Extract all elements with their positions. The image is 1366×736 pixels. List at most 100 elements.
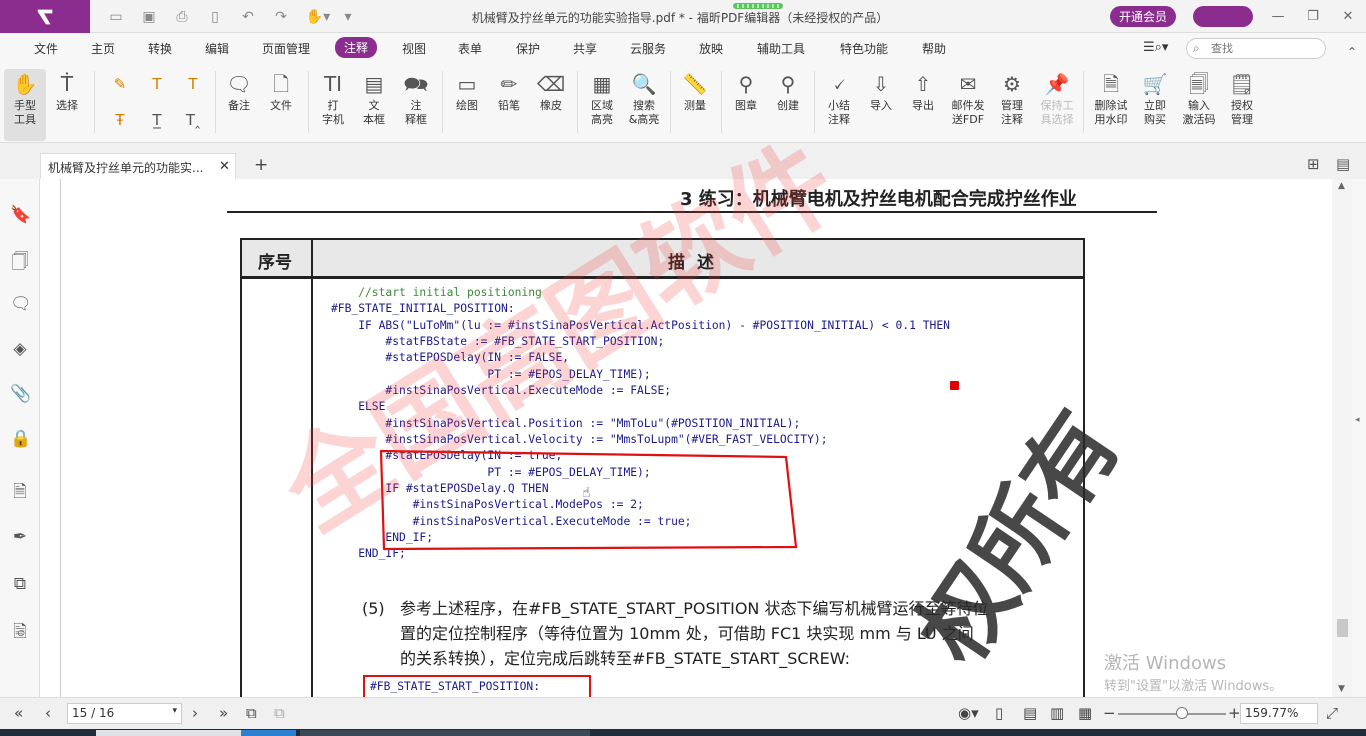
callout-button[interactable]: 🗪 注 释框 — [395, 69, 437, 141]
single-page-icon[interactable]: ▯ — [995, 704, 1003, 722]
export-page-icon[interactable]: ⧉ — [246, 704, 257, 722]
print-icon[interactable]: ⎙ — [172, 7, 192, 27]
comments-icon[interactable]: 🗨 — [10, 294, 32, 316]
security-lock-icon[interactable]: 🔒 — [10, 429, 31, 451]
document-icon[interactable]: 🗎 — [10, 479, 30, 502]
menu-edit[interactable]: 编辑 — [205, 40, 229, 57]
panel-toggle-icon[interactable]: ▤ — [1336, 155, 1350, 173]
vip-button[interactable]: 开通会员 — [1110, 6, 1176, 27]
scroll-down-icon[interactable]: ▼ — [1338, 684, 1345, 694]
pages-icon[interactable]: 🗍 — [10, 249, 30, 272]
select-tool-button[interactable]: Ṫ 选择 — [46, 69, 88, 141]
search-options-icon[interactable]: ☰⌕▾ — [1143, 40, 1168, 55]
import-button[interactable]: ⇩ 导入 — [860, 69, 902, 141]
typewriter-button[interactable]: TI 打 字机 — [312, 69, 354, 141]
zoom-in-icon[interactable]: + — [1228, 704, 1241, 722]
view-mode-icon[interactable]: ◉▾ — [958, 704, 979, 722]
foxit-logo[interactable] — [0, 0, 90, 33]
menu-convert[interactable]: 转换 — [148, 40, 172, 57]
facing-page-icon[interactable]: ▥ — [1050, 704, 1064, 722]
last-page-icon[interactable]: » — [219, 704, 228, 722]
vertical-scrollbar[interactable]: ▲ ▼ — [1332, 179, 1352, 697]
pencil-button[interactable]: ✏ 铅笔 — [488, 69, 530, 141]
prev-page-icon[interactable]: ‹ — [45, 704, 51, 722]
menu-help[interactable]: 帮助 — [922, 40, 946, 57]
menu-protect[interactable]: 保护 — [516, 40, 540, 57]
menu-file[interactable]: 文件 — [34, 40, 58, 57]
create-stamp-button[interactable]: ⚲ 创建 — [767, 69, 809, 141]
restore-button[interactable]: ❐ — [1298, 6, 1328, 26]
zoom-out-icon[interactable]: − — [1103, 704, 1116, 722]
activation-code-button[interactable]: 🗐 输入 激活码 — [1176, 69, 1222, 141]
page-number-input[interactable]: 15 / 16 ▾ — [67, 703, 182, 724]
insert-page-icon[interactable]: ⧉ — [274, 704, 285, 722]
drawing-button[interactable]: ▭ 绘图 — [446, 69, 488, 141]
close-tab-icon[interactable]: ✕ — [219, 159, 230, 174]
continuous-facing-icon[interactable]: ▦ — [1078, 704, 1092, 722]
search-box[interactable]: ⌕ — [1186, 38, 1326, 59]
menu-accessibility[interactable]: 辅助工具 — [757, 40, 805, 57]
grid-view-icon[interactable]: ⊞ — [1307, 155, 1320, 173]
ribbon-collapse-icon[interactable]: ⌃ — [1340, 45, 1364, 67]
menu-comment[interactable]: 注释 — [335, 37, 378, 58]
document-tab[interactable]: 机械臂及拧丝单元的功能实... ✕ — [40, 153, 236, 179]
first-page-icon[interactable]: « — [14, 704, 23, 722]
measure-button[interactable]: 📏 测量 — [674, 69, 716, 141]
strikeout-text-icon[interactable]: Ŧ — [108, 111, 132, 133]
menu-features[interactable]: 特色功能 — [840, 40, 888, 57]
menu-page-manage[interactable]: 页面管理 — [262, 40, 310, 57]
scroll-thumb[interactable] — [1337, 619, 1348, 637]
right-panel-expand-icon[interactable]: ◂ — [1355, 415, 1360, 425]
export-button[interactable]: ⇧ 导出 — [902, 69, 944, 141]
layers-icon[interactable]: ◈ — [10, 339, 30, 361]
menu-cloud[interactable]: 云服务 — [630, 40, 666, 57]
menu-home[interactable]: 主页 — [91, 40, 115, 57]
replace-text-icon[interactable]: T̲ — [145, 111, 169, 133]
zoom-level-input[interactable]: 159.77% — [1240, 703, 1318, 724]
search-highlight-button[interactable]: 🔍 搜索 &高亮 — [623, 69, 665, 141]
hand-dropdown-icon[interactable]: ✋▾ — [304, 7, 332, 27]
keep-tool-button[interactable]: 📌 保持工 具选择 — [1034, 69, 1080, 141]
account-button[interactable] — [1193, 6, 1253, 27]
open-icon[interactable]: ▭ — [106, 7, 126, 27]
signature-icon[interactable]: ✒ — [10, 527, 30, 549]
undo-icon[interactable]: ↶ — [238, 7, 258, 27]
email-fdf-button[interactable]: ✉ 邮件发 送FDF — [944, 69, 992, 141]
attachment-icon[interactable]: 📎 — [10, 384, 31, 406]
menu-form[interactable]: 表单 — [458, 40, 482, 57]
note-button[interactable]: 🗨 备注 — [218, 69, 260, 141]
fullscreen-icon[interactable]: ⤢ — [1326, 704, 1338, 722]
continuous-page-icon[interactable]: ▤ — [1023, 704, 1037, 722]
manage-comments-button[interactable]: ⚙ 管理 注释 — [991, 69, 1033, 141]
compare-icon[interactable]: ⧉ — [10, 574, 30, 596]
textbox-button[interactable]: ▤ 文 本框 — [353, 69, 395, 141]
highlight-text-icon[interactable]: ✎ — [108, 75, 132, 97]
summarize-comments-button[interactable]: 🗸 小结 注释 — [818, 69, 860, 141]
menu-slideshow[interactable]: 放映 — [699, 40, 723, 57]
minimize-button[interactable]: — — [1263, 6, 1293, 26]
remove-watermark-button[interactable]: 🗎 删除试 用水印 — [1088, 69, 1134, 141]
hand-tool-button[interactable]: ✋ 手型 工具 — [4, 69, 46, 141]
new-doc-icon[interactable]: ▯ — [205, 7, 225, 27]
buy-now-button[interactable]: 🛒 立即 购买 — [1134, 69, 1176, 141]
freehand-annotation-box[interactable] — [374, 447, 804, 557]
search-doc-icon[interactable]: 🗟 — [10, 619, 30, 642]
license-manage-button[interactable]: 🗒 授权 管理 — [1221, 69, 1263, 141]
close-button[interactable]: ✕ — [1333, 6, 1363, 26]
scroll-up-icon[interactable]: ▲ — [1338, 181, 1345, 191]
zoom-slider[interactable] — [1118, 713, 1226, 715]
zoom-slider-handle[interactable] — [1176, 707, 1188, 719]
annotation-dot[interactable] — [950, 381, 959, 390]
redo-icon[interactable]: ↷ — [271, 7, 291, 27]
new-tab-button[interactable]: + — [254, 155, 268, 175]
customize-icon[interactable]: ▾ — [338, 7, 358, 27]
insert-text-icon[interactable]: T‸ — [181, 111, 205, 133]
area-highlight-button[interactable]: ▦ 区域 高亮 — [581, 69, 623, 141]
squiggly-text-icon[interactable]: T — [181, 75, 205, 97]
eraser-button[interactable]: ⌫ 橡皮 — [530, 69, 572, 141]
underline-text-icon[interactable]: T — [145, 75, 169, 97]
page-dropdown-icon[interactable]: ▾ — [172, 706, 177, 716]
stamp-button[interactable]: ⚲ 图章 — [725, 69, 767, 141]
menu-share[interactable]: 共享 — [573, 40, 597, 57]
save-icon[interactable]: ▣ — [139, 7, 159, 27]
